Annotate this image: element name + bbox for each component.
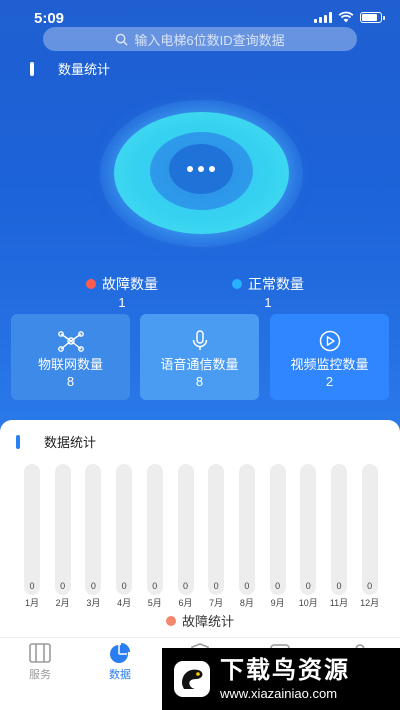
- normal-count-legend: 正常数量 1: [232, 274, 304, 310]
- fault-label: 故障数量: [102, 276, 158, 292]
- hero-background: 5:09 输入电梯6位数ID查询数据 数量统计 故障数量 1 正常数量 1 物联…: [0, 0, 400, 440]
- normal-count: 1: [264, 295, 272, 310]
- tab-service-label: 服务: [29, 669, 51, 681]
- more-dot-icon: [198, 166, 204, 172]
- bar-track: [300, 464, 317, 595]
- bar-month-label: 6月: [178, 598, 193, 608]
- bar-value-label: 0: [244, 581, 250, 591]
- play-icon: [319, 330, 340, 352]
- bar-month-label: 1月: [24, 598, 39, 608]
- bar-track: [331, 464, 347, 595]
- bar-month-label: 11月: [329, 598, 349, 608]
- bar-month-label: 9月: [270, 598, 285, 608]
- card-iot-label: 物联网数量: [37, 357, 103, 372]
- bar-value-label: 0: [60, 581, 66, 591]
- status-time: 5:09: [34, 10, 65, 27]
- battery-icon: [360, 11, 385, 23]
- card-voice[interactable]: 语音通信数量 8: [140, 314, 259, 400]
- microphone-icon: [192, 330, 207, 350]
- bar-track: [116, 464, 133, 595]
- bar-value-label: 0: [305, 581, 311, 591]
- stats-title: 数据统计: [16, 432, 96, 451]
- tab-service[interactable]: 服务: [10, 642, 70, 682]
- more-button[interactable]: [169, 144, 233, 194]
- bar-value-label: 0: [336, 581, 342, 591]
- card-video-label: 视频监控数量: [290, 357, 369, 372]
- chart-legend: 故障统计: [0, 611, 400, 630]
- fault-count: 1: [118, 295, 126, 310]
- bar-track: [54, 464, 71, 595]
- bar-track: [24, 464, 40, 595]
- bar-value-label: 0: [121, 581, 127, 591]
- bar-value-label: 0: [182, 581, 188, 591]
- fault-count-legend: 故障数量 1: [86, 274, 158, 310]
- tab-data-label: 数据: [109, 669, 131, 681]
- card-iot-count: 8: [66, 374, 75, 389]
- bar-value-label: 0: [275, 581, 281, 591]
- bar-month-label: 7月: [209, 598, 224, 608]
- status-icons: [314, 11, 385, 23]
- card-voice-label: 语音通信数量: [160, 357, 239, 372]
- normal-label: 正常数量: [248, 276, 304, 292]
- fault-dot-icon: [86, 279, 96, 289]
- chart-legend-label: 故障统计: [181, 614, 234, 629]
- bar-track: [85, 464, 102, 595]
- card-video-count: 2: [325, 374, 334, 389]
- bar-month-label: 3月: [86, 598, 101, 608]
- bar-track: [208, 464, 225, 595]
- watermark-url: www.xiazainiao.com: [220, 685, 338, 701]
- watermark-logo-icon: [174, 661, 210, 697]
- more-dot-icon: [209, 166, 215, 172]
- card-video[interactable]: 视频监控数量 2: [270, 314, 389, 400]
- bar-value-label: 0: [213, 581, 219, 591]
- bar-month-label: 10月: [298, 598, 318, 608]
- watermark-overlay: 下载鸟资源 www.xiazainiao.com: [162, 648, 400, 710]
- search-input[interactable]: 输入电梯6位数ID查询数据: [43, 27, 357, 51]
- bar-track: [177, 464, 194, 595]
- normal-dot-icon: [232, 279, 242, 289]
- overview-title: 数量统计: [30, 59, 110, 78]
- wifi-icon: [338, 11, 354, 23]
- stats-title-text: 数据统计: [44, 435, 97, 450]
- signal-icon: [314, 11, 332, 23]
- search-icon: [116, 33, 128, 46]
- overview-title-text: 数量统计: [58, 62, 111, 77]
- bar-month-label: 8月: [239, 598, 254, 608]
- service-icon: [29, 643, 51, 663]
- watermark-title: 下载鸟资源: [220, 656, 350, 684]
- bar-month-label: 2月: [55, 598, 70, 608]
- card-iot[interactable]: 物联网数量 8: [11, 314, 130, 400]
- bar-track: [269, 464, 286, 595]
- status-bar: 5:09: [0, 0, 400, 30]
- tab-data[interactable]: 数据: [90, 642, 150, 682]
- bar-value-label: 0: [90, 581, 96, 591]
- stats-panel: 数据统计 0 1月 0 2月 0 3月 0 4月 0 5月 0 6月 0 7月 0 8月 0 9月 0 10月 0 11月…: [0, 420, 400, 640]
- bar-value-label: 0: [367, 581, 373, 591]
- bar-value-label: 0: [29, 581, 35, 591]
- bar-track: [146, 464, 163, 595]
- bar-month-label: 12月: [360, 598, 380, 608]
- search-placeholder: 输入电梯6位数ID查询数据: [134, 32, 285, 48]
- network-icon: [57, 331, 84, 352]
- title-marker: [30, 61, 34, 76]
- bar-month-label: 5月: [147, 598, 162, 608]
- bar-track: [361, 464, 378, 595]
- bar-value-label: 0: [152, 581, 158, 591]
- legend-dot-icon: [165, 616, 176, 626]
- pie-chart-icon: [110, 643, 130, 663]
- bar-track: [238, 464, 255, 595]
- more-dot-icon: [187, 166, 193, 172]
- title-marker: [16, 434, 20, 449]
- card-voice-count: 8: [195, 374, 204, 389]
- bar-month-label: 4月: [117, 598, 132, 608]
